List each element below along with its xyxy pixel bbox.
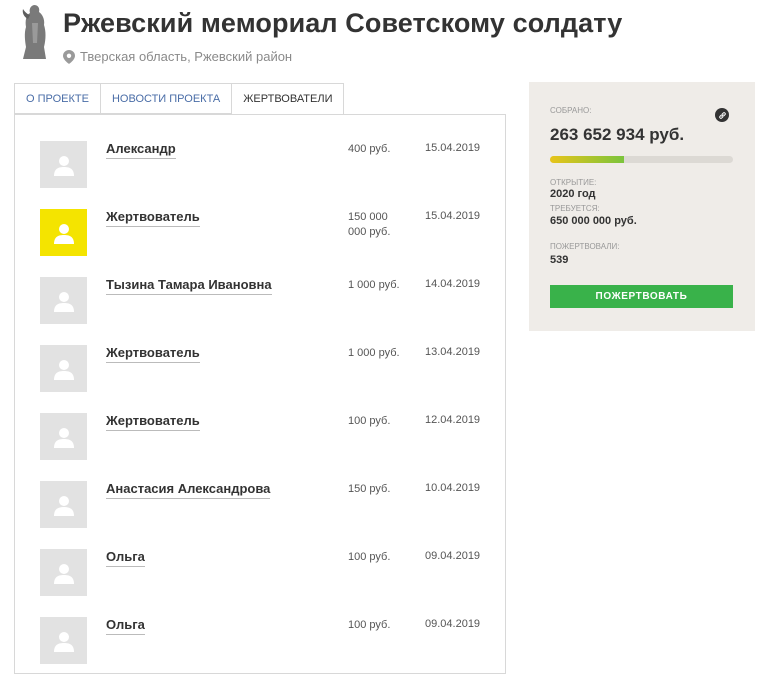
donate-button[interactable]: ПОЖЕРТВОВАТЬ: [550, 285, 733, 308]
donated-label: ПОЖЕРТВОВАЛИ:: [550, 242, 620, 251]
project-location: Тверская область, Ржевский район: [63, 49, 292, 64]
donation-date: 09.04.2019: [425, 550, 481, 562]
avatar: [40, 345, 87, 392]
donation-date: 14.04.2019: [425, 278, 481, 290]
donor-name[interactable]: Ольга: [106, 617, 145, 635]
donor-name[interactable]: Тызина Тамара Ивановна: [106, 277, 272, 295]
user-icon: [53, 495, 74, 516]
link-icon[interactable]: [715, 108, 729, 122]
donor-row: Александр 400 руб. 15.04.2019: [15, 141, 505, 209]
avatar: [40, 549, 87, 596]
user-icon: [53, 223, 74, 244]
donor-row: Жертвователь 100 руб. 12.04.2019: [15, 413, 505, 481]
donation-amount: 400 руб.: [348, 143, 391, 155]
donation-amount: 100 руб.: [348, 619, 391, 631]
opened-value: 2020 год: [550, 188, 596, 200]
avatar: [40, 141, 87, 188]
donation-date: 13.04.2019: [425, 346, 481, 358]
donor-name[interactable]: Александр: [106, 141, 176, 159]
avatar: [40, 481, 87, 528]
project-tabs: О ПРОЕКТЕ НОВОСТИ ПРОЕКТА ЖЕРТВОВАТЕЛИ: [14, 83, 345, 116]
memorial-logo: [20, 3, 50, 61]
fundraising-sidebar: СОБРАНО: 263 652 934 руб. ОТКРЫТИЕ: 2020…: [529, 82, 755, 331]
donor-row: Жертвователь 1 000 руб. 13.04.2019: [15, 345, 505, 413]
user-icon: [53, 155, 74, 176]
donation-amount: 150 руб.: [348, 483, 391, 495]
donation-amount: 1 000 руб.: [348, 279, 400, 291]
donation-date: 10.04.2019: [425, 482, 481, 494]
user-icon: [53, 563, 74, 584]
user-icon: [53, 631, 74, 652]
progress-fill: [550, 156, 625, 163]
donors-count: 539: [550, 254, 569, 266]
avatar: [40, 209, 87, 256]
donation-date: 15.04.2019: [425, 142, 481, 154]
tab-donors[interactable]: ЖЕРТВОВАТЕЛИ: [231, 83, 345, 116]
donation-date: 15.04.2019: [425, 210, 481, 222]
donation-date: 09.04.2019: [425, 618, 481, 630]
user-icon: [53, 291, 74, 312]
avatar: [40, 617, 87, 664]
donation-date: 12.04.2019: [425, 414, 481, 426]
donor-row: Тызина Тамара Ивановна 1 000 руб. 14.04.…: [15, 277, 505, 345]
progress-bar: [550, 156, 733, 163]
donation-amount: 100 руб.: [348, 415, 391, 427]
donor-row: Жертвователь 150 000 000 руб. 15.04.2019: [15, 209, 505, 277]
user-icon: [53, 427, 74, 448]
tab-news[interactable]: НОВОСТИ ПРОЕКТА: [99, 83, 233, 114]
donation-amount: 1 000 руб.: [348, 347, 400, 359]
opened-label: ОТКРЫТИЕ:: [550, 178, 597, 187]
location-pin-icon: [63, 49, 75, 64]
donor-name[interactable]: Жертвователь: [106, 209, 200, 227]
donor-name[interactable]: Жертвователь: [106, 413, 200, 431]
page-title: Ржевский мемориал Советскому солдату: [63, 8, 623, 38]
donors-panel: Александр 400 руб. 15.04.2019 Жертвовате…: [14, 114, 506, 674]
location-text: Тверская область, Ржевский район: [80, 49, 293, 64]
donor-name[interactable]: Жертвователь: [106, 345, 200, 363]
tab-about[interactable]: О ПРОЕКТЕ: [14, 83, 101, 114]
collected-amount: 263 652 934 руб.: [550, 125, 685, 144]
donation-amount: 100 руб.: [348, 551, 391, 563]
donor-row: Ольга 100 руб. 09.04.2019: [15, 617, 505, 685]
donation-amount: 150 000 000 руб.: [348, 211, 391, 238]
required-value: 650 000 000 руб.: [550, 215, 637, 227]
donor-row: Анастасия Александрова 150 руб. 10.04.20…: [15, 481, 505, 549]
donor-name[interactable]: Ольга: [106, 549, 145, 567]
avatar: [40, 413, 87, 460]
user-icon: [53, 359, 74, 380]
donor-row: Ольга 100 руб. 09.04.2019: [15, 549, 505, 617]
required-label: ТРЕБУЕТСЯ:: [550, 204, 600, 213]
collected-label: СОБРАНО:: [550, 106, 592, 115]
avatar: [40, 277, 87, 324]
donor-name[interactable]: Анастасия Александрова: [106, 481, 271, 499]
